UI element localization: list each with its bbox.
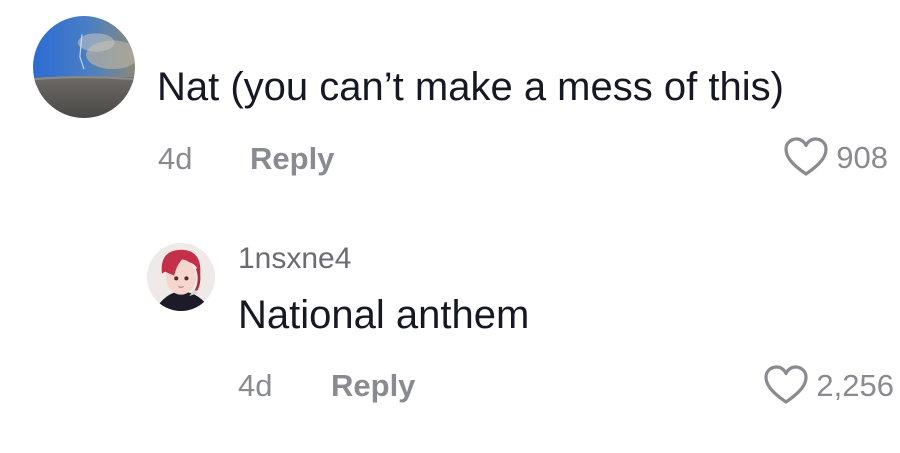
- comment-timestamp: 4d: [158, 141, 193, 176]
- reply-to-reply-button[interactable]: Reply: [331, 370, 415, 401]
- reply-like-button[interactable]: 2,256: [764, 364, 894, 406]
- reply-text: National anthem: [238, 293, 530, 337]
- reply-username[interactable]: 1nsxne4: [238, 244, 351, 274]
- comments-thread: Nat (you can’t make a mess of this) 4d R…: [0, 0, 900, 453]
- heart-icon: [764, 365, 809, 404]
- like-button[interactable]: 908: [784, 136, 888, 178]
- reply-like-count: 2,256: [816, 367, 894, 403]
- reply-timestamp: 4d: [238, 368, 273, 403]
- commenter-avatar[interactable]: [33, 16, 135, 118]
- comment-text: Nat (you can’t make a mess of this): [157, 65, 784, 109]
- reply-button[interactable]: Reply: [250, 143, 334, 174]
- heart-icon: [784, 137, 828, 176]
- reply-avatar[interactable]: [147, 243, 215, 311]
- avatar-anime-character-icon: [147, 243, 215, 311]
- like-count: 908: [836, 139, 888, 175]
- avatar-sky-beach-icon: [33, 16, 135, 118]
